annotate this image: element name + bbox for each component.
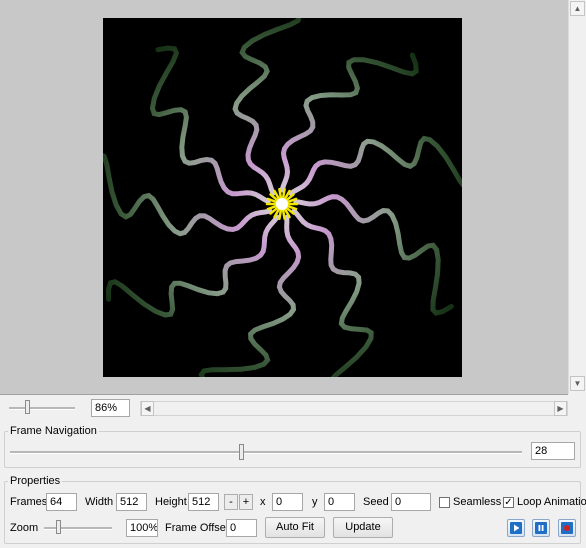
slider-thumb[interactable] xyxy=(25,400,30,414)
flower-petal xyxy=(281,207,286,221)
y-field[interactable]: 0 xyxy=(324,493,355,511)
increase-size-button[interactable]: + xyxy=(239,494,253,510)
flower-arm xyxy=(279,52,419,193)
flower-arm xyxy=(232,18,302,196)
flower-arm xyxy=(198,214,302,377)
loop-animation-label: Loop Animation xyxy=(517,496,586,508)
property-zoom-field[interactable]: 100% xyxy=(126,519,158,537)
record-button[interactable] xyxy=(558,519,576,537)
decrease-size-button[interactable]: - xyxy=(224,494,238,510)
frame-navigation-title: Frame Navigation xyxy=(8,425,99,437)
flower-core xyxy=(276,198,288,210)
auto-fit-button[interactable]: Auto Fit xyxy=(265,517,325,538)
render-canvas xyxy=(103,18,462,377)
flower-arm xyxy=(288,135,462,196)
flower-arm xyxy=(106,214,280,318)
vertical-scrollbar[interactable]: ▲ ▼ xyxy=(568,0,586,394)
slider-thumb[interactable] xyxy=(56,520,61,534)
pause-icon xyxy=(535,522,547,534)
record-icon xyxy=(561,522,573,534)
frame-offset-label: Frame Offset xyxy=(165,522,229,534)
flower-arm xyxy=(293,194,454,316)
flower-arm xyxy=(149,45,271,205)
width-field[interactable]: 512 xyxy=(116,493,147,511)
zoom-label: Zoom xyxy=(10,522,39,534)
viewer-zoom-slider[interactable] xyxy=(9,400,75,416)
arrow-up-icon[interactable]: ▲ xyxy=(570,1,585,16)
arrow-left-icon[interactable]: ◀ xyxy=(141,401,154,416)
frame-slider[interactable] xyxy=(10,444,522,460)
slider-thumb[interactable] xyxy=(239,444,244,460)
y-label: y xyxy=(312,496,318,508)
flower-petal xyxy=(278,187,283,201)
flower-arm xyxy=(291,208,374,377)
properties-title: Properties xyxy=(8,475,63,487)
viewer-zoom-field[interactable]: 86% xyxy=(91,399,130,417)
seed-field[interactable]: 0 xyxy=(391,493,431,511)
update-button[interactable]: Update xyxy=(333,517,393,538)
image-viewport xyxy=(0,0,568,395)
frame-number-field[interactable]: 28 xyxy=(531,442,575,460)
seamless-label: Seamless xyxy=(453,496,502,508)
seed-label: Seed xyxy=(363,496,389,508)
play-button[interactable] xyxy=(507,519,525,537)
frame-offset-field[interactable]: 0 xyxy=(226,519,257,537)
play-icon xyxy=(510,522,522,534)
height-label: Height xyxy=(155,496,187,508)
slider-track xyxy=(10,451,522,454)
frames-field[interactable]: 64 xyxy=(46,493,77,511)
property-zoom-slider[interactable] xyxy=(44,520,112,536)
slider-track xyxy=(44,527,112,530)
frames-label: Frames xyxy=(10,496,48,508)
horizontal-scrollbar[interactable]: ◀ ▶ xyxy=(140,401,568,416)
slider-track xyxy=(9,407,75,410)
animated-flower-render xyxy=(103,18,462,377)
arrow-right-icon[interactable]: ▶ xyxy=(554,401,567,416)
seamless-checkbox[interactable] xyxy=(439,497,450,508)
loop-animation-checkbox[interactable]: ✓ xyxy=(503,497,514,508)
x-field[interactable]: 0 xyxy=(272,493,303,511)
pause-button[interactable] xyxy=(532,519,550,537)
height-field[interactable]: 512 xyxy=(188,493,219,511)
width-label: Width xyxy=(85,496,114,508)
arrow-down-icon[interactable]: ▼ xyxy=(570,376,585,391)
x-label: x xyxy=(260,496,266,508)
